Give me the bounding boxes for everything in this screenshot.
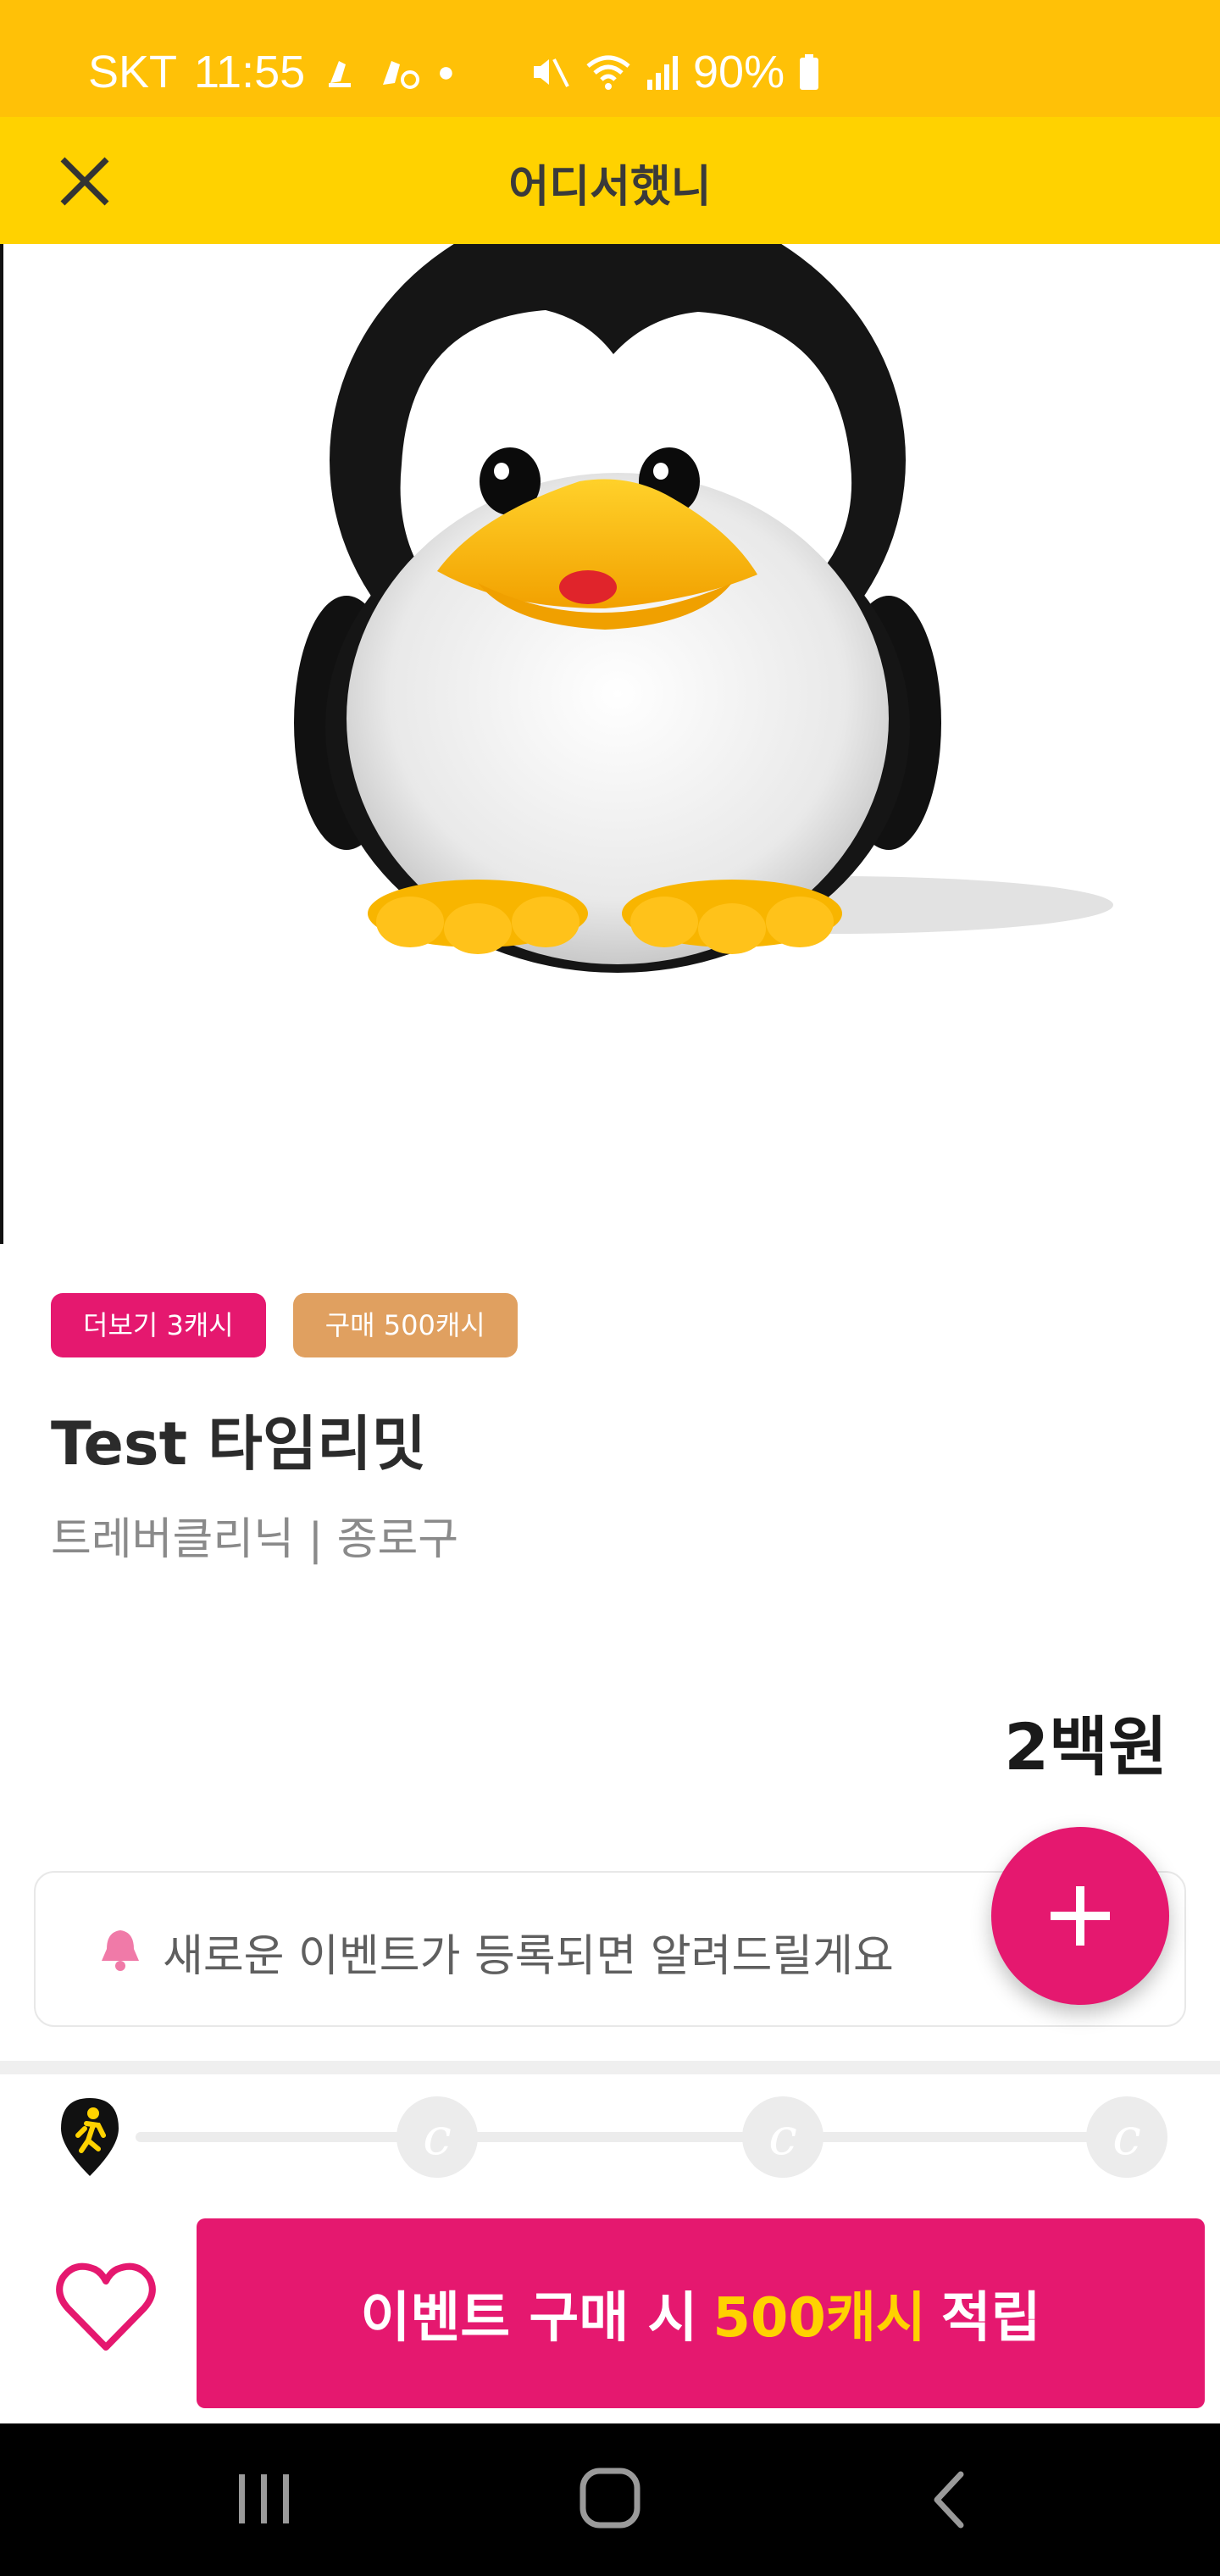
status-left: SKT 11:55 ● bbox=[88, 46, 455, 98]
notify-text: 새로운 이벤트가 등록되면 알려드릴게요 bbox=[163, 1931, 894, 1982]
plus-icon bbox=[1051, 1886, 1110, 1946]
more-cash-badge: 더보기 3캐시 bbox=[51, 1293, 266, 1357]
heart-icon bbox=[56, 2262, 156, 2351]
bell-icon bbox=[102, 1930, 139, 1971]
event-subtitle: 트레버클리닉 | 종로구 bbox=[51, 1514, 459, 1565]
add-button[interactable] bbox=[991, 1827, 1169, 2005]
signal-icon bbox=[647, 56, 678, 90]
home-icon[interactable] bbox=[574, 2462, 646, 2534]
badge-row: 더보기 3캐시 구매 500캐시 bbox=[51, 1293, 518, 1357]
dot-icon: ● bbox=[437, 55, 455, 88]
notification-icon-2 bbox=[383, 61, 420, 89]
battery-icon bbox=[800, 54, 819, 90]
walker-marker-icon bbox=[61, 2098, 119, 2176]
cta-prefix: 이벤트 구매 시 bbox=[360, 2287, 698, 2350]
recent-apps-icon[interactable] bbox=[234, 2466, 295, 2534]
purchase-cash-badge: 구매 500캐시 bbox=[292, 1293, 518, 1357]
mute-icon bbox=[534, 58, 569, 87]
back-icon[interactable] bbox=[923, 2466, 974, 2534]
status-right: 90% bbox=[529, 46, 820, 98]
progress-coin: c bbox=[396, 2096, 478, 2178]
page-title: 어디서했니 bbox=[508, 162, 712, 213]
system-nav-bar bbox=[0, 2423, 1220, 2576]
penguin-illustration bbox=[294, 244, 1113, 973]
battery-percent: 90% bbox=[693, 47, 785, 97]
status-bar: SKT 11:55 ● 90% bbox=[0, 0, 1220, 117]
clock: 11:55 bbox=[194, 47, 306, 97]
app-toolbar: 어디서했니 bbox=[0, 117, 1220, 244]
favorite-button[interactable] bbox=[51, 2254, 161, 2364]
wifi-icon bbox=[586, 55, 630, 90]
cta-suffix: 적립 bbox=[940, 2287, 1041, 2350]
carrier-label: SKT bbox=[88, 47, 178, 97]
progress-coin: c bbox=[1086, 2096, 1167, 2178]
section-divider bbox=[0, 2061, 1220, 2074]
event-image bbox=[0, 244, 1220, 1244]
purchase-cta-button[interactable]: 이벤트 구매 시 500캐시 적립 bbox=[197, 2218, 1205, 2408]
cta-highlight: 500캐시 bbox=[713, 2287, 926, 2350]
event-price: 2백원 bbox=[1004, 1709, 1167, 1785]
progress-track bbox=[136, 2132, 1135, 2142]
event-title: Test 타임리밋 bbox=[51, 1409, 427, 1479]
notification-icon bbox=[329, 61, 352, 87]
progress-coin: c bbox=[742, 2096, 824, 2178]
